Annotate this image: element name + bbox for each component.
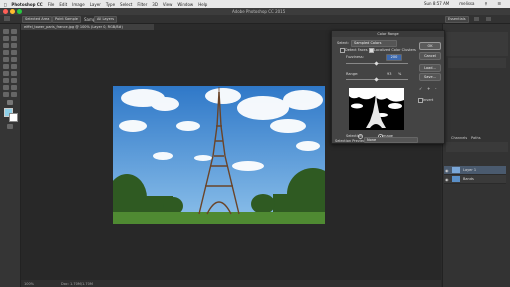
adjustments-panel [448, 58, 506, 68]
marquee-tool-icon[interactable] [11, 29, 17, 34]
cancel-button[interactable]: Cancel [419, 52, 441, 60]
user-name[interactable]: melissa [459, 1, 474, 6]
ok-button[interactable]: OK [419, 42, 441, 50]
sample-layers-select[interactable]: All Layers [94, 16, 118, 23]
range-value[interactable]: 93 [387, 72, 391, 76]
history-brush-icon[interactable] [11, 57, 17, 62]
gradient-tool-icon[interactable] [11, 64, 17, 69]
range-label: Range: [346, 72, 359, 76]
localized-clusters-label: Localized Color Clusters [374, 47, 416, 52]
invert-label: Invert [423, 97, 434, 102]
menu-window[interactable]: Window [177, 2, 193, 7]
eyedropper-minus-icon[interactable]: - [435, 87, 439, 91]
zoom-tool-icon[interactable] [11, 92, 17, 97]
fuzziness-slider-thumb[interactable] [374, 61, 379, 66]
menu-3d[interactable]: 3D [152, 2, 158, 7]
pen-tool-icon[interactable] [3, 78, 9, 83]
healing-brush-icon[interactable] [3, 50, 9, 55]
properties-panel [446, 32, 508, 56]
tab-channels[interactable]: Channels [449, 136, 469, 141]
quick-select-tool-icon[interactable] [11, 36, 17, 41]
share-icon[interactable] [486, 17, 491, 21]
menu-help[interactable]: Help [198, 2, 207, 7]
selection-preview-select[interactable]: None [364, 137, 418, 143]
mac-menu-bar:  Photoshop CC File Edit Image Layer Typ… [0, 0, 510, 8]
options-bar: Selected Area Point Sample Sample: All L… [0, 15, 510, 24]
search-icon[interactable]: ⚲ [484, 1, 487, 6]
range-unit: % [398, 72, 402, 76]
window-title-bar: Adobe Photoshop CC 2015 [0, 8, 510, 15]
select-dropdown[interactable]: Sampled Colors [351, 39, 397, 47]
menu-app-name[interactable]: Photoshop CC [11, 2, 42, 7]
minimize-window-icon[interactable] [10, 9, 15, 14]
lasso-tool-icon[interactable] [3, 36, 9, 41]
clock: Sun 8:57 AM [423, 1, 450, 6]
selection-preview-image[interactable] [349, 88, 404, 130]
menu-view[interactable]: View [163, 2, 173, 7]
type-tool-icon[interactable] [11, 78, 17, 83]
layer-name: Bands [463, 176, 474, 181]
panels-dock: Channels Paths [442, 24, 510, 287]
eyedropper-icon[interactable]: ✓ [419, 87, 423, 91]
menu-layer[interactable]: Layer [90, 2, 101, 7]
fuzziness-input[interactable]: 200 [386, 54, 402, 61]
detect-faces-label: Detect Faces [345, 47, 368, 52]
shape-tool-icon[interactable] [11, 85, 17, 90]
selection-radio-label: Selection [346, 133, 363, 138]
eiffel-tower-photo[interactable] [113, 86, 325, 224]
zoom-level[interactable]: 100% [24, 282, 34, 286]
layer-row[interactable]: ◉ Bands [444, 175, 506, 184]
selection-preview-label: Selection Preview: [335, 138, 367, 143]
background-color-swatch[interactable] [9, 113, 18, 122]
layers-toolbar [446, 142, 508, 152]
eye-icon[interactable]: ◉ [445, 168, 449, 173]
more-tools-icon[interactable] [7, 100, 13, 105]
layer-thumbnail [452, 176, 460, 182]
layer-row[interactable]: ◉ Layer 1 [444, 166, 506, 175]
save-button[interactable]: Save... [419, 73, 441, 81]
menu-image[interactable]: Image [72, 2, 85, 7]
quick-mask-icon[interactable] [7, 124, 13, 129]
crop-tool-icon[interactable] [3, 43, 9, 48]
tools-panel [0, 24, 21, 287]
blur-tool-icon[interactable] [3, 71, 9, 76]
eraser-tool-icon[interactable] [3, 64, 9, 69]
layer-name: Layer 1 [463, 167, 477, 172]
menu-select[interactable]: Select [120, 2, 132, 7]
eyedropper-tool-icon[interactable] [4, 16, 10, 21]
apple-icon[interactable]:  [4, 2, 6, 7]
path-select-icon[interactable] [3, 85, 9, 90]
eyedropper-plus-icon[interactable]: + [427, 87, 431, 91]
zoom-window-icon[interactable] [17, 9, 22, 14]
color-range-dialog: Color Range Select: Sampled Colors Detec… [331, 30, 445, 144]
dodge-tool-icon[interactable] [11, 71, 17, 76]
close-window-icon[interactable] [3, 9, 8, 14]
move-tool-icon[interactable] [3, 29, 9, 34]
eye-icon[interactable]: ◉ [445, 177, 449, 182]
window-title: Adobe Photoshop CC 2015 [232, 9, 286, 14]
menu-file[interactable]: File [48, 2, 55, 7]
menu-filter[interactable]: Filter [137, 2, 147, 7]
brush-tool-icon[interactable] [11, 50, 17, 55]
doc-size: Doc: 1.70M/1.70M [61, 281, 93, 286]
select-label: Select: [337, 41, 349, 45]
clone-stamp-icon[interactable] [3, 57, 9, 62]
workspace-select[interactable]: Essentials [445, 16, 469, 23]
menu-type[interactable]: Type [106, 2, 115, 7]
eyedropper-icon[interactable] [11, 43, 17, 48]
layer-thumbnail [452, 167, 460, 173]
menu-edit[interactable]: Edit [59, 2, 67, 7]
load-button[interactable]: Load... [419, 64, 441, 72]
tab-paths[interactable]: Paths [469, 136, 483, 141]
fuzziness-label: Fuzziness: [346, 55, 364, 59]
hand-tool-icon[interactable] [3, 92, 9, 97]
selection-area-option[interactable]: Selected Area [22, 16, 53, 23]
dialog-title: Color Range [332, 31, 444, 37]
range-slider-thumb[interactable] [374, 77, 379, 82]
menu-list-icon[interactable]: ☰ [497, 1, 501, 6]
status-bar: 100% Doc: 1.70M/1.70M [21, 280, 441, 287]
search-panel-icon[interactable] [474, 17, 479, 21]
sample-size-select[interactable]: Point Sample [52, 16, 81, 23]
